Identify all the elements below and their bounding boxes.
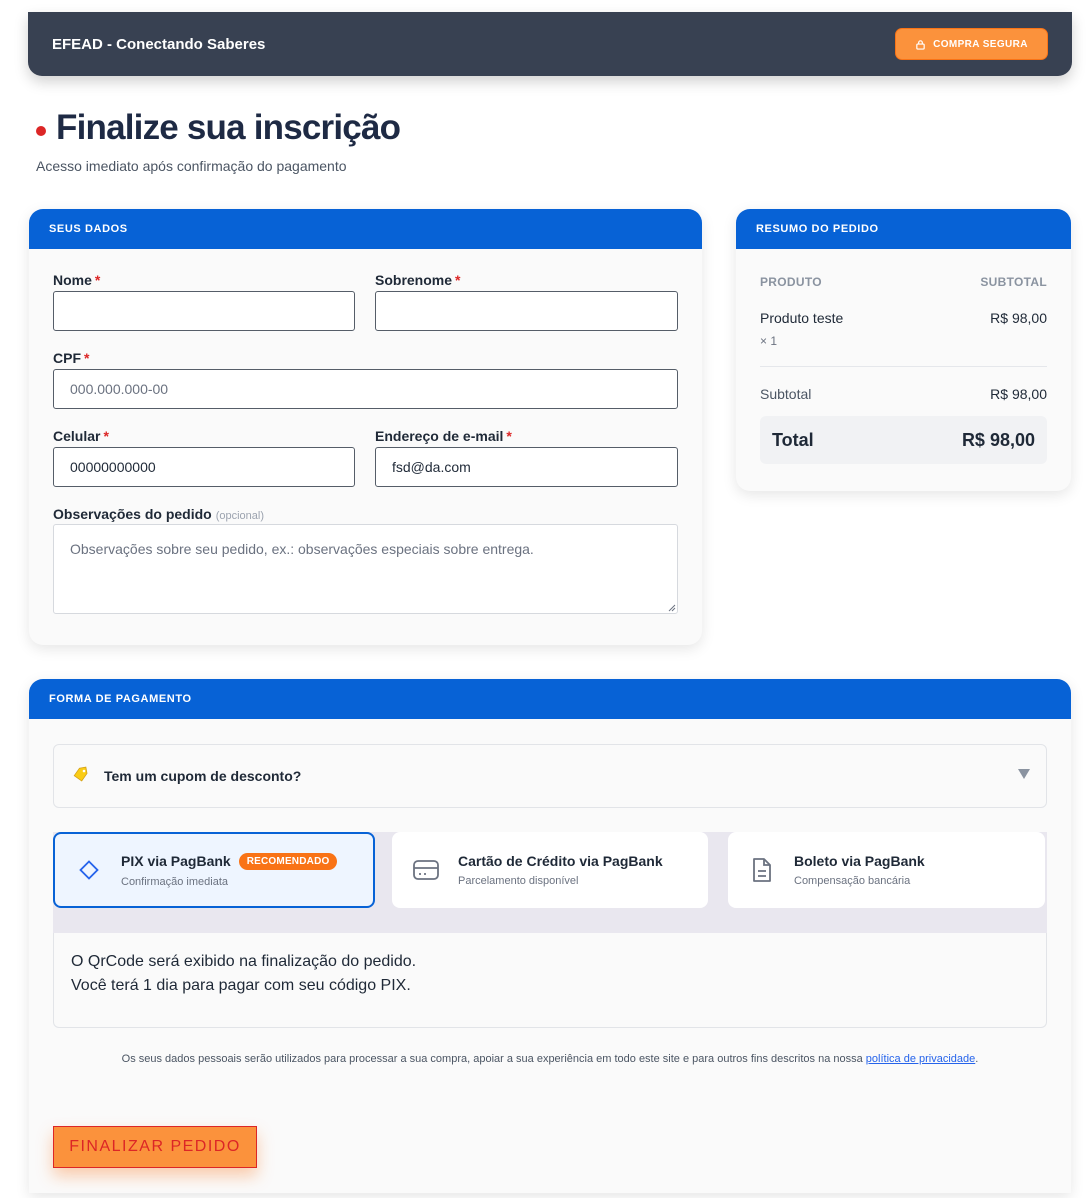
pix-info-line-1: O QrCode será exibido na finalização do … — [71, 953, 417, 970]
top-bar: EFEAD - Conectando Saberes COMPRA SEGURA — [28, 12, 1072, 76]
document-icon — [748, 856, 776, 884]
cpf-label: CPF * — [53, 350, 90, 366]
first-name-label: Nome * — [53, 272, 101, 288]
boleto-method-subtitle: Compensação bancária — [794, 875, 911, 887]
secure-purchase-button[interactable]: COMPRA SEGURA — [895, 28, 1048, 60]
resize-handle-icon[interactable] — [668, 604, 676, 612]
phone-input[interactable] — [53, 447, 355, 487]
red-dot-icon — [36, 126, 46, 136]
phone-label: Celular * — [53, 428, 109, 444]
payment-card: FORMA DE PAGAMENTO Tem um cupom de desco… — [29, 679, 1071, 1193]
recommended-badge: RECOMENDADO — [238, 852, 338, 870]
product-quantity: × 1 — [760, 334, 778, 348]
product-name: Produto teste — [760, 310, 844, 326]
total-label: Total — [772, 429, 814, 450]
credit-card-icon — [412, 856, 440, 884]
pix-method-title: PIX via PagBank — [121, 853, 231, 869]
payment-method-pix[interactable]: PIX via PagBank RECOMENDADO Confirmação … — [53, 832, 375, 908]
privacy-notice: Os seus dados pessoais serão utilizados … — [121, 1053, 979, 1065]
page-subtitle: Acesso imediato após confirmação do paga… — [36, 158, 347, 174]
summary-subtotal-row: Subtotal R$ 98,00 — [760, 386, 1047, 402]
page-title: Finalize sua inscrição — [56, 108, 401, 147]
order-notes-textarea[interactable] — [53, 524, 678, 614]
credit-card-method-title: Cartão de Crédito via PagBank — [458, 853, 663, 869]
customer-data-header: SEUS DADOS — [29, 209, 702, 249]
pix-method-subtitle: Confirmação imediata — [121, 875, 228, 888]
boleto-method-title: Boleto via PagBank — [794, 853, 925, 869]
total-row: Total R$ 98,00 — [760, 416, 1047, 464]
email-label: Endereço de e-mail * — [375, 428, 512, 444]
order-summary-header: RESUMO DO PEDIDO — [736, 209, 1071, 249]
order-summary-card: RESUMO DO PEDIDO PRODUTO SUBTOTAL Produt… — [736, 209, 1071, 491]
email-input[interactable] — [375, 447, 678, 487]
caret-down-icon — [1018, 769, 1030, 779]
subtotal-value: R$ 98,00 — [990, 386, 1047, 402]
payment-method-boleto[interactable]: Boleto via PagBank Compensação bancária — [728, 832, 1045, 908]
privacy-policy-link[interactable]: política de privacidade — [866, 1053, 975, 1065]
pix-diamond-icon — [75, 856, 103, 884]
total-value: R$ 98,00 — [961, 429, 1035, 450]
tag-icon — [72, 765, 90, 788]
customer-data-card: SEUS DADOS Nome* Sobrenome* CPF* Celular… — [29, 209, 702, 645]
summary-product-row: Produto teste R$ 98,00 — [760, 310, 1047, 326]
secure-purchase-label: COMPRA SEGURA — [933, 38, 1028, 50]
last-name-label: Sobrenome * — [375, 272, 461, 288]
subtotal-label: Subtotal — [760, 386, 812, 402]
credit-card-method-subtitle: Parcelamento disponível — [458, 875, 579, 887]
coupon-toggle[interactable]: Tem um cupom de desconto? — [53, 744, 1047, 808]
brand-name: EFEAD - Conectando Saberes — [52, 35, 266, 53]
col-product: PRODUTO — [760, 275, 822, 289]
cpf-input[interactable] — [53, 369, 678, 409]
order-notes-label: Observações do pedido (opcional) — [53, 506, 265, 522]
page-heading: Finalize sua inscrição — [36, 108, 401, 148]
payment-header: FORMA DE PAGAMENTO — [29, 679, 1071, 719]
pix-info-box: O QrCode será exibido na finalização do … — [53, 933, 1047, 1028]
summary-table-header: PRODUTO SUBTOTAL — [760, 275, 1047, 289]
summary-divider — [760, 366, 1047, 367]
lock-icon — [916, 39, 925, 50]
coupon-text: Tem um cupom de desconto? — [104, 768, 302, 784]
first-name-input[interactable] — [53, 291, 355, 331]
payment-method-credit-card[interactable]: Cartão de Crédito via PagBank Parcelamen… — [392, 832, 708, 908]
pix-info-line-2: Você terá 1 dia para pagar com seu códig… — [71, 977, 411, 994]
finish-order-button[interactable]: FINALIZAR PEDIDO — [53, 1126, 257, 1168]
last-name-input[interactable] — [375, 291, 678, 331]
col-subtotal: SUBTOTAL — [980, 275, 1047, 289]
product-price: R$ 98,00 — [990, 310, 1047, 326]
